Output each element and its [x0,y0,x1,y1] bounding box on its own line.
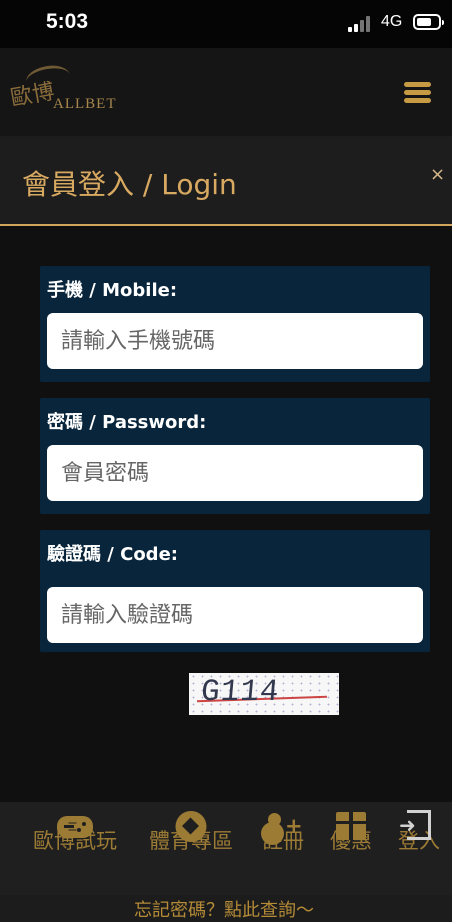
captcha-text: G114 [199,675,281,710]
mobile-input[interactable] [47,313,423,369]
network-label: 4G [381,13,403,30]
login-modal: 會員登入 / Login × 手機 / Mobile: 密碼 / Passwor… [0,138,452,921]
mobile-field-card: 手機 / Mobile: [40,266,430,382]
allbet-logo[interactable]: 歐博 ALLBET [8,62,130,126]
code-label: 驗證碼 / Code: [47,544,178,565]
bottom-nav-login[interactable]: 登入 [395,808,443,855]
password-input[interactable] [47,445,423,501]
top-navigation: 歐博 ALLBET [0,48,452,136]
bottom-nav-register[interactable]: 註冊 [259,808,307,855]
user-plus-icon [267,812,303,840]
bottom-nav-trial[interactable]: 歐博試玩 [27,808,123,855]
gift-icon [336,812,366,840]
captcha-image[interactable]: G114 [189,673,339,715]
gamepad-icon [57,816,93,838]
forgot-password-link[interactable]: 忘記密碼？點此查詢～ [134,896,314,922]
bottom-nav-sports[interactable]: 體育專區 [143,808,239,855]
page-title: 會員登入 / Login [22,168,237,201]
login-icon [399,810,431,840]
status-time: 5:03 [46,10,89,33]
password-field-card: 密碼 / Password: [40,398,430,514]
soccer-ball-icon [175,811,207,842]
modal-header: 會員登入 / Login × [0,138,452,226]
close-button[interactable]: × [430,166,445,184]
logo-chinese-text: 歐博 [8,79,57,112]
hamburger-menu-icon[interactable] [404,82,431,103]
code-field-card: 驗證碼 / Code: [40,530,430,652]
bottom-navigation: 歐博試玩 體育專區 註冊 優惠 登入 [0,802,452,895]
status-bar: 5:03 4G [0,0,452,48]
mobile-label: 手機 / Mobile: [47,280,178,301]
password-label: 密碼 / Password: [47,412,207,433]
code-input[interactable] [47,587,423,643]
bottom-nav-promotion[interactable]: 優惠 [327,808,375,855]
battery-icon [413,14,444,30]
signal-icon [348,16,374,32]
logo-text: ALLBET [53,96,117,112]
